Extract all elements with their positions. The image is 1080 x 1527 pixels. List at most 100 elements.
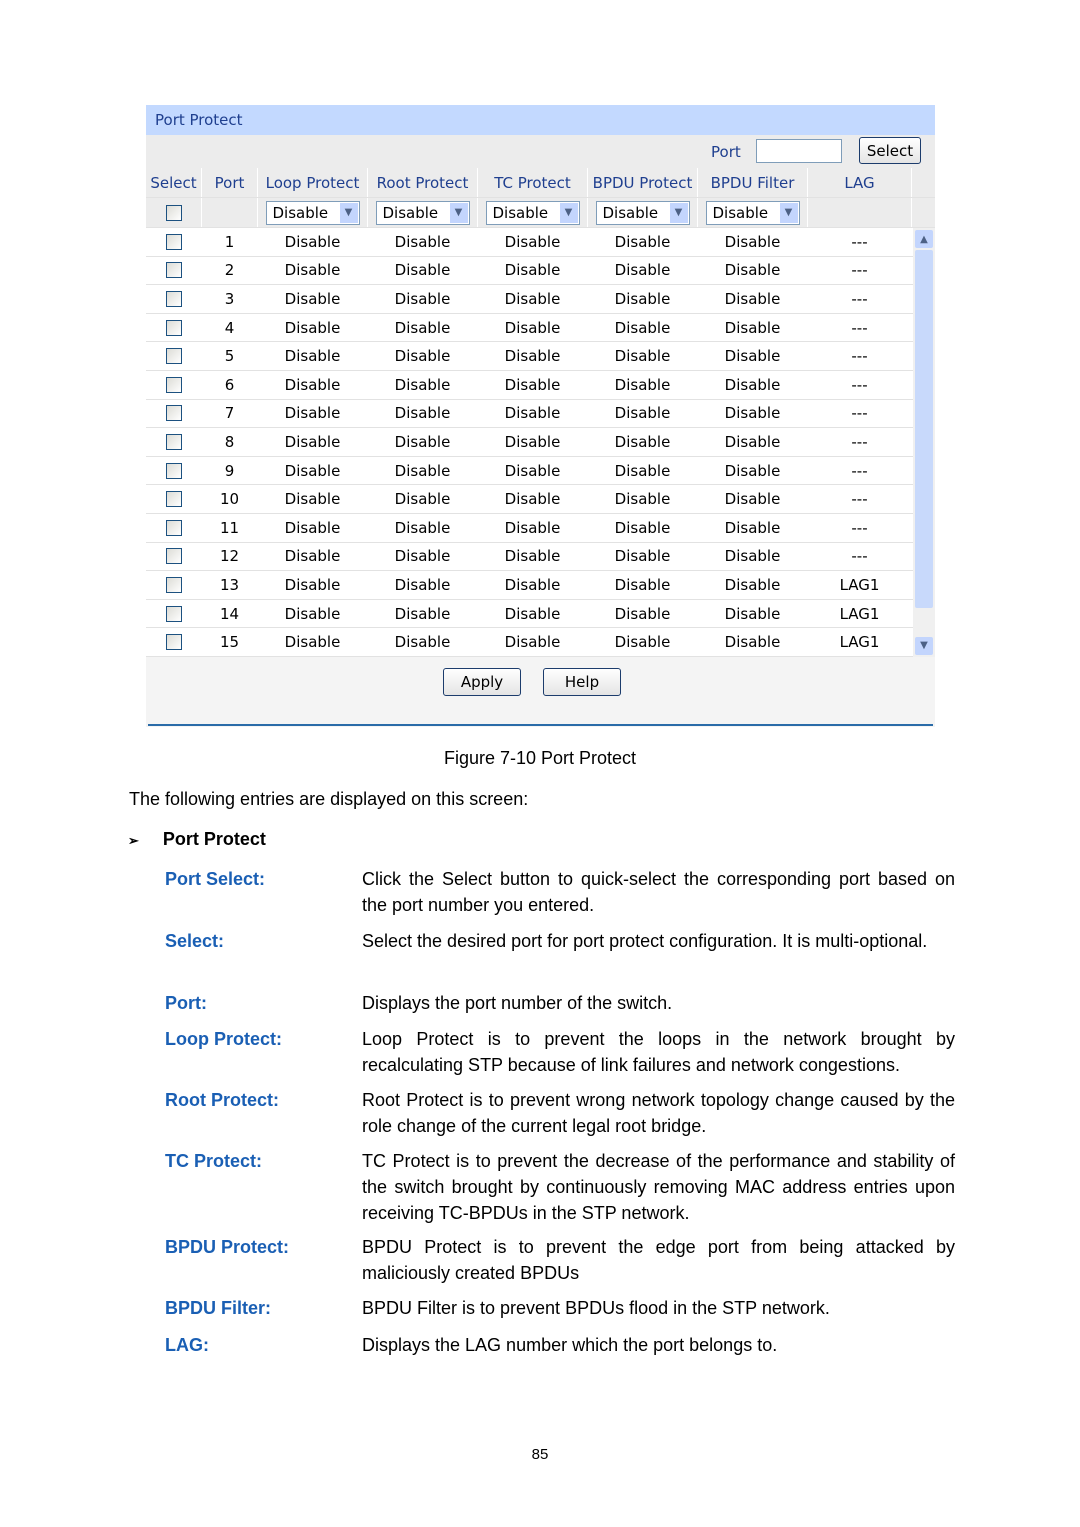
dropdown-value: Disable	[602, 203, 659, 222]
row-checkbox[interactable]	[165, 233, 182, 250]
value-cell: Disable	[588, 513, 698, 542]
cell	[146, 628, 202, 656]
dropdown-value: Disable	[272, 203, 329, 222]
value-cell: Disable	[698, 428, 808, 456]
bulk-dropdown[interactable]: Disable ▼	[265, 200, 360, 225]
lag-cell: ---	[808, 370, 912, 399]
bulk-dropdown[interactable]: Disable ▼	[485, 200, 580, 225]
cell	[146, 285, 202, 313]
arrow-bullet-icon: ➢	[128, 833, 139, 848]
definition-term: Select:	[165, 931, 225, 951]
select-button[interactable]: Select	[859, 137, 921, 164]
apply-button[interactable]: Apply	[443, 667, 521, 696]
table-row: 6 Disable Disable Disable Disable Disable ---	[146, 370, 935, 400]
chevron-down-icon[interactable]: ▼	[559, 202, 578, 223]
cell	[146, 313, 202, 342]
table-row: 8 Disable Disable Disable Disable Disable ---	[146, 428, 935, 457]
lag-cell: ---	[808, 485, 912, 513]
definition-item: TC Protect: TC Protect is to prevent the …	[165, 1148, 955, 1226]
value-cell: Disable	[698, 313, 808, 342]
chevron-down-icon[interactable]: ▼	[339, 202, 358, 223]
help-button[interactable]: Help	[543, 667, 621, 696]
port-cell: 5	[202, 342, 258, 370]
row-checkbox[interactable]	[165, 290, 182, 307]
lag-cell: ---	[808, 428, 912, 456]
table-row: 7 Disable Disable Disable Disable Disable ---	[146, 399, 935, 429]
select-all-checkbox[interactable]	[165, 204, 182, 221]
row-checkbox[interactable]	[165, 576, 182, 593]
action-bar: Apply Help	[146, 656, 935, 727]
definition-item: Select: Select the desired port for port …	[165, 928, 955, 954]
value-cell: Disable	[258, 485, 368, 513]
table-row: 9 Disable Disable Disable Disable Disable ---	[146, 456, 935, 486]
row-checkbox[interactable]	[165, 433, 182, 450]
port-cell: 4	[202, 313, 258, 342]
row-checkbox[interactable]	[165, 405, 182, 422]
definition-description: BPDU Filter is to prevent BPDUs flood in…	[362, 1298, 830, 1318]
bulk-dropdown[interactable]: Disable ▼	[705, 200, 800, 225]
value-cell: Disable	[698, 256, 808, 285]
value-cell: Disable	[368, 342, 478, 370]
select-all-row: Disable ▼ Disable ▼ Disable ▼ Disable ▼ Disable ▼	[146, 198, 935, 228]
row-checkbox[interactable]	[165, 376, 182, 393]
row-checkbox[interactable]	[165, 262, 182, 279]
port-cell: 1	[202, 228, 258, 256]
cell: Disable ▼	[478, 198, 588, 227]
lag-cell: ---	[808, 228, 912, 256]
port-cell: 6	[202, 370, 258, 399]
row-checkbox[interactable]	[165, 634, 182, 651]
value-cell: Disable	[368, 285, 478, 313]
chevron-down-icon[interactable]: ▼	[779, 202, 798, 223]
value-cell: Disable	[588, 313, 698, 342]
section-title: Port Protect	[162, 829, 266, 849]
definition-description: Displays the LAG number which the port b…	[362, 1335, 778, 1355]
cell: Disable ▼	[368, 198, 478, 227]
table-row: 2 Disable Disable Disable Disable Disable ---	[146, 256, 935, 286]
value-cell: Disable	[588, 571, 698, 599]
value-cell: Disable	[478, 513, 588, 542]
column-header: Root Protect	[368, 168, 478, 197]
cell	[146, 370, 202, 399]
value-cell: Disable	[368, 228, 478, 256]
dropdown-value: Disable	[382, 203, 439, 222]
value-cell: Disable	[698, 628, 808, 656]
chevron-down-icon[interactable]: ▼	[669, 202, 688, 223]
row-checkbox[interactable]	[165, 519, 182, 536]
chevron-down-icon[interactable]: ▼	[449, 202, 468, 223]
lag-cell: LAG1	[808, 571, 912, 599]
scrollbar[interactable]: ▲ ▼	[913, 228, 935, 657]
cell	[146, 571, 202, 599]
lag-cell: ---	[808, 513, 912, 542]
cell	[146, 428, 202, 456]
row-checkbox[interactable]	[165, 605, 182, 622]
port-cell: 14	[202, 599, 258, 628]
value-cell: Disable	[478, 313, 588, 342]
table-row: 11 Disable Disable Disable Disable Disable ---	[146, 513, 935, 543]
scroll-up-icon[interactable]: ▲	[915, 230, 933, 248]
value-cell: Disable	[698, 513, 808, 542]
row-checkbox[interactable]	[165, 462, 182, 479]
intro-text: The following entries are displayed on t…	[129, 789, 529, 809]
value-cell: Disable	[478, 370, 588, 399]
row-checkbox[interactable]	[165, 491, 182, 508]
row-checkbox[interactable]	[165, 348, 182, 365]
definition-description: Loop Protect is to prevent the loops in …	[362, 1029, 955, 1075]
column-header: BPDU Filter	[698, 168, 808, 197]
value-cell: Disable	[588, 542, 698, 571]
dropdown-value: Disable	[492, 203, 549, 222]
row-checkbox[interactable]	[165, 548, 182, 565]
cell	[202, 198, 258, 227]
bulk-dropdown[interactable]: Disable ▼	[375, 200, 470, 225]
value-cell: Disable	[588, 399, 698, 428]
value-cell: Disable	[478, 599, 588, 628]
table-row: 4 Disable Disable Disable Disable Disable ---	[146, 313, 935, 343]
dropdown-value: Disable	[712, 203, 769, 222]
cell	[146, 513, 202, 542]
bulk-dropdown[interactable]: Disable ▼	[595, 200, 690, 225]
scroll-thumb[interactable]	[915, 250, 933, 608]
scroll-down-icon[interactable]: ▼	[915, 636, 933, 655]
value-cell: Disable	[588, 285, 698, 313]
column-header: Loop Protect	[258, 168, 368, 197]
port-input[interactable]	[756, 139, 842, 163]
row-checkbox[interactable]	[165, 319, 182, 336]
